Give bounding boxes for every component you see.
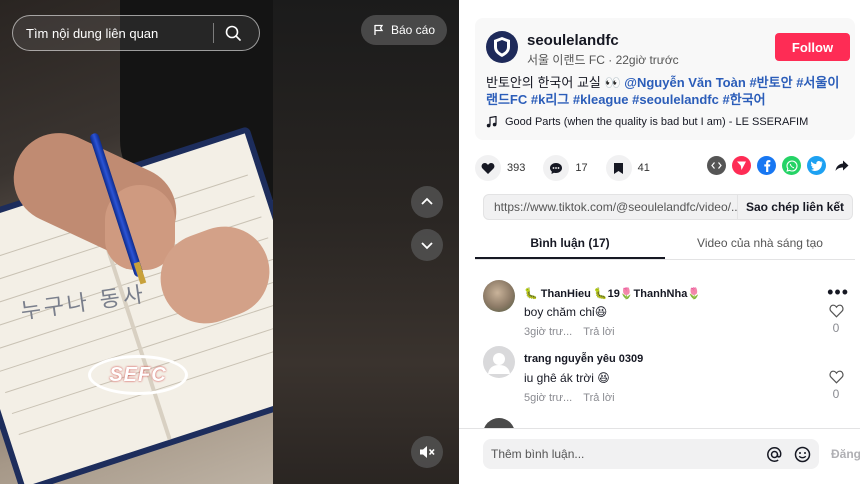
twitter-share-button[interactable] xyxy=(807,156,826,175)
music-note-icon xyxy=(486,116,497,128)
commenter-avatar[interactable] xyxy=(483,346,515,378)
save-button[interactable]: 41 xyxy=(605,155,650,181)
video-link-row: https://www.tiktok.com/@seoulelandfc/vid… xyxy=(483,194,853,220)
comment-count: 17 xyxy=(575,162,588,174)
tab-comments[interactable]: Bình luận (17) xyxy=(475,228,665,259)
volume-muted-icon xyxy=(420,446,435,458)
reply-button[interactable]: Trả lời xyxy=(583,326,614,338)
post-time: 22giờ trước xyxy=(615,53,679,67)
save-count: 41 xyxy=(637,162,650,174)
mention-button[interactable] xyxy=(763,443,785,465)
share-icons xyxy=(707,156,851,175)
send-icon xyxy=(737,161,746,170)
comment-list: 🐛 ThanHieu 🐛19🌷ThanhNha🌷 boy chăm chỉ😆 3… xyxy=(475,268,859,428)
action-bar: 393 17 41 xyxy=(475,152,855,184)
search-button[interactable] xyxy=(214,15,252,51)
search-icon xyxy=(225,25,241,41)
music-link[interactable]: Good Parts (when the quality is bad but … xyxy=(486,116,808,128)
author-avatar[interactable] xyxy=(486,31,518,63)
comment-input-box xyxy=(483,439,819,469)
heart-icon xyxy=(481,162,495,174)
tab-creator-videos[interactable]: Video của nhà sáng tạo xyxy=(665,228,855,259)
emoji-icon xyxy=(794,446,810,462)
emoji-button[interactable] xyxy=(791,443,813,465)
like-count: 393 xyxy=(507,162,526,174)
chevron-down-icon xyxy=(421,242,433,250)
search-input[interactable] xyxy=(13,25,213,41)
facebook-icon xyxy=(763,160,770,172)
copy-link-button[interactable]: Sao chép liên kết xyxy=(736,195,852,219)
comment-like-button[interactable]: 0 xyxy=(827,370,845,401)
search-bar[interactable] xyxy=(12,15,260,51)
more-dots-icon: ••• xyxy=(827,282,849,302)
chevron-up-icon xyxy=(421,197,433,205)
comment-time: 5giờ trư... xyxy=(524,392,573,404)
hashtag-link[interactable]: #반토안 xyxy=(749,75,792,90)
twitter-icon xyxy=(810,160,822,171)
comment-icon xyxy=(550,162,563,174)
hashtag-link[interactable]: #한국어 xyxy=(723,92,766,107)
at-sign-icon xyxy=(766,446,781,462)
flag-icon xyxy=(374,24,384,35)
send-to-friends-button[interactable] xyxy=(732,156,751,175)
whatsapp-icon xyxy=(785,159,798,172)
hashtag-link[interactable]: #seoulelandfc xyxy=(632,92,719,107)
report-button[interactable]: Báo cáo xyxy=(361,15,448,45)
facebook-share-button[interactable] xyxy=(757,156,776,175)
commenter-avatar[interactable] xyxy=(483,280,515,312)
comment-like-button[interactable]: 0 xyxy=(827,304,845,335)
heart-outline-icon xyxy=(828,370,844,384)
comment-more-button[interactable]: ••• xyxy=(827,282,849,303)
comment-time: 3giờ trư... xyxy=(524,326,573,338)
default-avatar-icon xyxy=(488,353,510,374)
follow-button[interactable]: Follow xyxy=(775,33,850,61)
reply-button[interactable]: Trả lời xyxy=(583,392,614,404)
more-share-button[interactable] xyxy=(832,156,851,175)
video-stage: 누구나 동사 SEFC Báo cáo xyxy=(0,0,459,484)
embed-button[interactable] xyxy=(707,156,726,175)
comment-like-count: 0 xyxy=(832,387,840,401)
music-title: Good Parts (when the quality is bad but … xyxy=(505,116,809,128)
bookmark-icon xyxy=(614,162,624,174)
hashtag-link[interactable]: #k리그 xyxy=(531,92,569,107)
club-crest-icon xyxy=(494,37,510,57)
commenter-avatar[interactable] xyxy=(483,418,515,428)
details-panel: seoulelandfc 서울 이랜드 FC · 22giờ trước Fol… xyxy=(459,0,860,484)
mute-button[interactable] xyxy=(411,436,443,468)
video-caption: 반토안의 한국어 교실 👀 @Nguyễn Văn Toàn #반토안 #서울이… xyxy=(486,74,846,108)
sefc-watermark: SEFC xyxy=(88,355,188,395)
comment-text: iu ghê ák trời 😆 xyxy=(524,371,610,385)
comment-like-count: 0 xyxy=(832,321,840,335)
video-player[interactable]: 누구나 동사 SEFC xyxy=(0,0,273,484)
comment-composer: Đăng xyxy=(459,428,860,484)
comment-button[interactable]: 17 xyxy=(543,155,588,181)
caption-mention[interactable]: @Nguyễn Văn Toàn xyxy=(624,75,746,90)
panel-tabs: Bình luận (17) Video của nhà sáng tạo xyxy=(475,228,855,260)
like-button[interactable]: 393 xyxy=(475,155,525,181)
author-display-name: 서울 이랜드 FC xyxy=(527,53,605,67)
video-info-card: seoulelandfc 서울 이랜드 FC · 22giờ trước Fol… xyxy=(475,18,855,140)
commenter-name[interactable]: 🐛 ThanHieu 🐛19🌷ThanhNha🌷 xyxy=(524,287,701,300)
whatsapp-share-button[interactable] xyxy=(782,156,801,175)
report-label: Báo cáo xyxy=(391,23,436,37)
next-video-button[interactable] xyxy=(411,229,443,261)
share-arrow-icon xyxy=(835,160,848,171)
embed-icon xyxy=(711,162,722,169)
author-meta: 서울 이랜드 FC · 22giờ trước xyxy=(527,53,679,67)
caption-text: 반토안의 한국어 교실 👀 xyxy=(486,75,621,90)
heart-outline-icon xyxy=(828,304,844,318)
video-url: https://www.tiktok.com/@seoulelandfc/vid… xyxy=(494,200,737,214)
post-comment-button[interactable]: Đăng xyxy=(831,447,860,461)
previous-video-button[interactable] xyxy=(411,186,443,218)
comment-input[interactable] xyxy=(483,447,763,461)
comment-text: boy chăm chỉ😆 xyxy=(524,305,608,319)
hashtag-link[interactable]: #kleague xyxy=(573,92,629,107)
commenter-name[interactable]: trang nguyễn yêu 0309 xyxy=(524,353,643,365)
author-username[interactable]: seoulelandfc xyxy=(527,32,619,49)
